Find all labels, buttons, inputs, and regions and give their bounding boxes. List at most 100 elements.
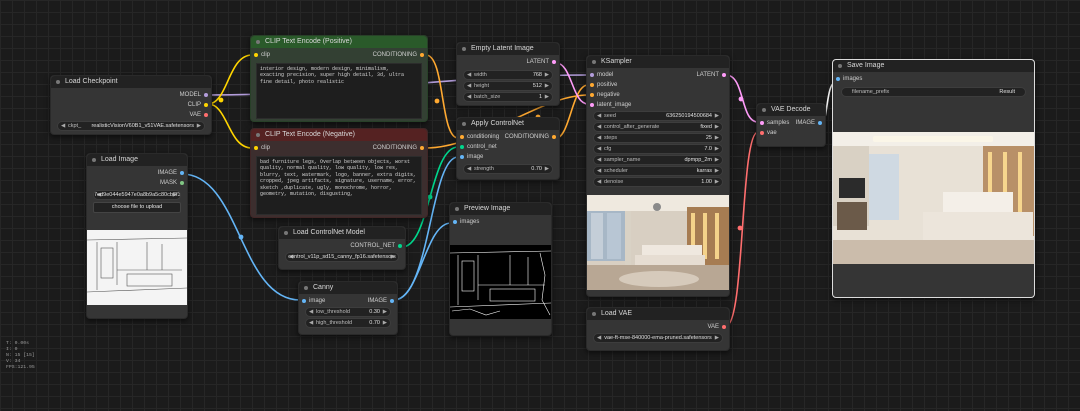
load-controlnet-model-node[interactable]: Load ControlNet Model CONTROL_NET ◀ cont… [278, 226, 406, 270]
images-input-port[interactable] [453, 220, 457, 224]
arrow-right-icon[interactable]: ▶ [545, 93, 549, 101]
canny-node[interactable]: Canny image IMAGE ◀ low_threshold 0.30 ▶… [298, 281, 398, 335]
cfg-widget[interactable]: ◀ cfg 7.0 ▶ [593, 144, 723, 154]
arrow-left-icon[interactable]: ◀ [597, 167, 601, 175]
image-output-port[interactable] [390, 299, 394, 303]
vae-decode-node[interactable]: VAE Decode samples IMAGE vae [756, 103, 826, 147]
arrow-right-icon[interactable]: ▶ [715, 112, 719, 120]
arrow-right-icon[interactable]: ▶ [715, 123, 719, 131]
image-file-combo[interactable]: ◀ 7ed9e044e5947e0a8b9a5c80cb3f3d.jpg ▶ [93, 190, 181, 200]
height-widget[interactable]: ◀ height 512 ▶ [463, 81, 553, 91]
save-image-node[interactable]: Save Image images filename_prefix Result [832, 59, 1035, 298]
arrow-right-icon[interactable]: ▶ [715, 156, 719, 164]
conditioning-input-port[interactable] [460, 135, 464, 139]
load-checkpoint-node[interactable]: Load Checkpoint MODEL CLIP VAE ◀ ckpt_ r… [50, 75, 212, 135]
arrow-left-icon[interactable]: ◀ [467, 165, 471, 173]
arrow-left-icon[interactable]: ◀ [309, 319, 313, 327]
control-after-generate-widget[interactable]: ◀ control_after_generate fixed ▶ [593, 122, 723, 132]
ckpt-name-combo[interactable]: ◀ ckpt_ realisticVisionV60B1_v51VAE.safe… [57, 121, 205, 131]
arrow-right-icon[interactable]: ▶ [715, 145, 719, 153]
scheduler-widget[interactable]: ◀ scheduler karras ▶ [593, 166, 723, 176]
arrow-right-icon[interactable]: ▶ [545, 165, 549, 173]
control-net-input-port[interactable] [460, 145, 464, 149]
clip-output-port[interactable] [204, 103, 208, 107]
conditioning-output-port[interactable] [420, 146, 424, 150]
arrow-left-icon[interactable]: ◀ [61, 122, 65, 130]
vae-output-port[interactable] [722, 325, 726, 329]
arrow-left-icon[interactable]: ◀ [597, 156, 601, 164]
latent-output-port[interactable] [722, 73, 726, 77]
arrow-right-icon[interactable]: ▶ [173, 191, 177, 199]
arrow-left-icon[interactable]: ◀ [467, 71, 471, 79]
arrow-left-icon[interactable]: ◀ [597, 123, 601, 131]
widget-value: fixed [700, 124, 712, 130]
choose-file-button[interactable]: choose file to upload [93, 202, 181, 213]
seed-widget[interactable]: ◀ seed 636250194500684 ▶ [593, 111, 723, 121]
arrow-left-icon[interactable]: ◀ [597, 145, 601, 153]
arrow-left-icon[interactable]: ◀ [467, 93, 471, 101]
filename-prefix-widget[interactable]: filename_prefix Result [841, 87, 1026, 97]
empty-latent-image-node[interactable]: Empty Latent Image LATENT ◀ width 768 ▶ … [456, 42, 560, 106]
arrow-right-icon[interactable]: ▶ [715, 334, 719, 342]
arrow-right-icon[interactable]: ▶ [391, 253, 395, 261]
widget-value: realisticVisionV60B1_v51VAE.safetensors [91, 123, 194, 129]
images-input-label: images [843, 76, 863, 82]
latent-image-input-port[interactable] [590, 103, 594, 107]
negative-prompt-textarea[interactable]: bad furniture legs, Overlap between obje… [256, 156, 422, 215]
arrow-left-icon[interactable]: ◀ [597, 134, 601, 142]
arrow-right-icon[interactable]: ▶ [545, 82, 549, 90]
arrow-right-icon[interactable]: ▶ [715, 134, 719, 142]
positive-prompt-textarea[interactable]: interior design, modern design, minimali… [256, 63, 422, 119]
negative-input-port[interactable] [590, 93, 594, 97]
preview-image-node[interactable]: Preview Image images [449, 202, 552, 336]
load-image-node[interactable]: Load Image IMAGE MASK ◀ 7ed9e044e5947e0a… [86, 153, 188, 319]
image-input-port[interactable] [302, 299, 306, 303]
arrow-right-icon[interactable]: ▶ [383, 319, 387, 327]
sampler-name-widget[interactable]: ◀ sampler_name dpmpp_2m ▶ [593, 155, 723, 165]
clip-text-encode-positive-node[interactable]: CLIP Text Encode (Positive) clip CONDITI… [250, 35, 428, 122]
model-input-port[interactable] [590, 73, 594, 77]
steps-widget[interactable]: ◀ steps 25 ▶ [593, 133, 723, 143]
ksampler-node[interactable]: KSampler model LATENT positive negative … [586, 55, 730, 297]
node-title: Canny [299, 282, 397, 294]
arrow-right-icon[interactable]: ▶ [383, 308, 387, 316]
image-output-port[interactable] [818, 121, 822, 125]
width-widget[interactable]: ◀ width 768 ▶ [463, 70, 553, 80]
arrow-left-icon[interactable]: ◀ [597, 112, 601, 120]
arrow-left-icon[interactable]: ◀ [597, 178, 601, 186]
clip-text-encode-negative-node[interactable]: CLIP Text Encode (Negative) clip CONDITI… [250, 128, 428, 218]
image-output-port[interactable] [180, 171, 184, 175]
image-input-label: image [309, 298, 326, 304]
mask-output-port[interactable] [180, 181, 184, 185]
vae-input-port[interactable] [760, 131, 764, 135]
stat-fps: FPS:121.95 [6, 365, 35, 370]
conditioning-output-port[interactable] [552, 135, 556, 139]
arrow-right-icon[interactable]: ▶ [715, 178, 719, 186]
vae-name-combo[interactable]: ◀ vae-ft-mse-840000-ema-pruned.safetenso… [593, 333, 723, 343]
controlnet-name-combo[interactable]: ◀ control_v11p_sd15_canny_fp16.safetenso… [285, 252, 399, 262]
apply-controlnet-node[interactable]: Apply ControlNet conditioning CONDITIONI… [456, 117, 560, 180]
strength-widget[interactable]: ◀ strength 0.70 ▶ [463, 164, 553, 174]
vae-output-port[interactable] [204, 113, 208, 117]
clip-input-port[interactable] [254, 53, 258, 57]
image-input-port[interactable] [460, 155, 464, 159]
high-threshold-widget[interactable]: ◀ high_threshold 0.70 ▶ [305, 318, 391, 328]
arrow-left-icon[interactable]: ◀ [467, 82, 471, 90]
arrow-right-icon[interactable]: ▶ [197, 122, 201, 130]
arrow-right-icon[interactable]: ▶ [545, 71, 549, 79]
arrow-right-icon[interactable]: ▶ [715, 167, 719, 175]
latent-output-port[interactable] [552, 60, 556, 64]
positive-input-port[interactable] [590, 83, 594, 87]
load-vae-node[interactable]: Load VAE VAE ◀ vae-ft-mse-840000-ema-pru… [586, 307, 730, 351]
arrow-left-icon[interactable]: ◀ [309, 308, 313, 316]
conditioning-output-port[interactable] [420, 53, 424, 57]
model-output-port[interactable] [204, 93, 208, 97]
batch-size-widget[interactable]: ◀ batch_size 1 ▶ [463, 92, 553, 102]
widget-value: Result [999, 89, 1015, 95]
low-threshold-widget[interactable]: ◀ low_threshold 0.30 ▶ [305, 307, 391, 317]
clip-input-port[interactable] [254, 146, 258, 150]
control-net-output-port[interactable] [398, 244, 402, 248]
denoise-widget[interactable]: ◀ denoise 1.00 ▶ [593, 177, 723, 187]
images-input-port[interactable] [836, 77, 840, 81]
samples-input-port[interactable] [760, 121, 764, 125]
